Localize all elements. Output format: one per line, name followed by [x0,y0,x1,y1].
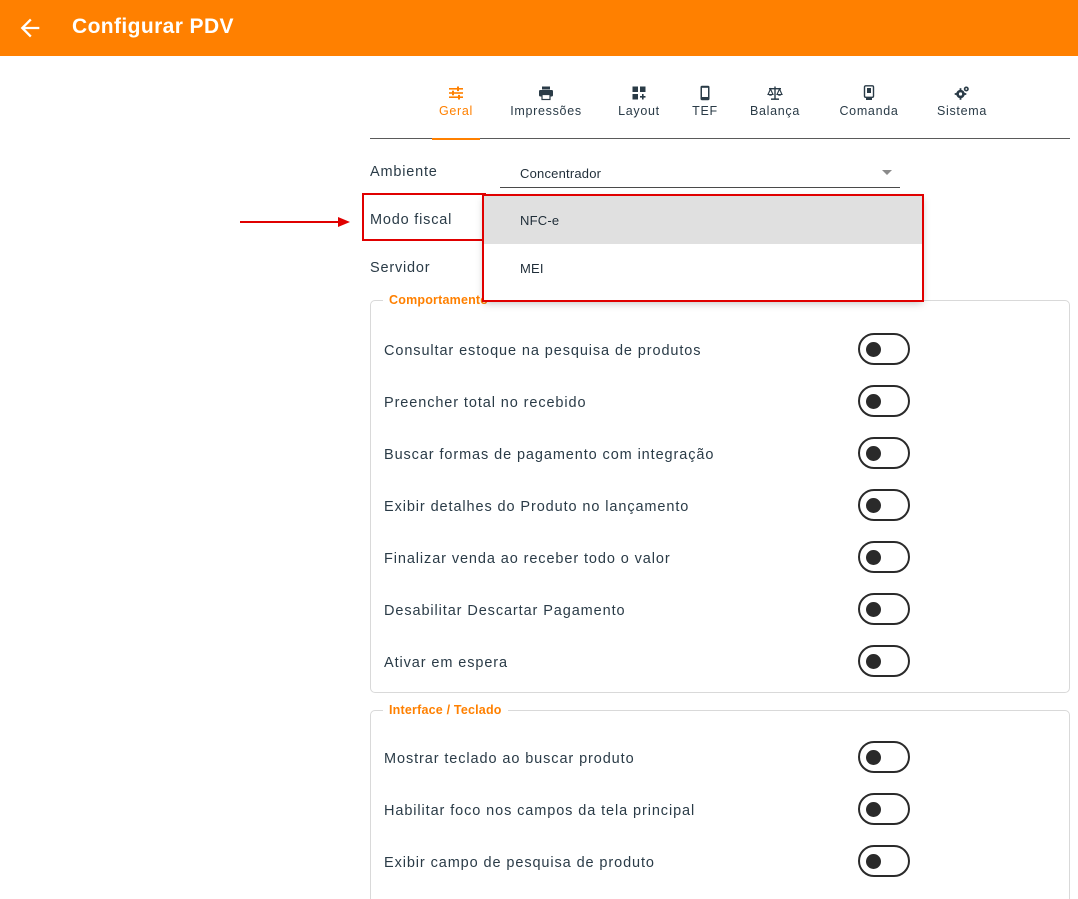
toggle-knob [866,602,881,617]
tab-label: Geral [438,104,474,118]
section-title: Interface / Teclado [383,703,508,717]
setting-toggle[interactable] [858,489,910,521]
servidor-label: Servidor [370,260,431,276]
setting-row: Exibir campo de pesquisa de produto [384,843,1054,883]
section-interface-teclado: Interface / Teclado Mostrar teclado ao b… [370,703,1070,899]
option-label: MEI [520,261,544,276]
section-title: Comportamento [383,293,495,307]
ambiente-select[interactable]: Concentrador [500,158,900,188]
tab-tef[interactable]: TEF [689,80,721,139]
ambiente-value: Concentrador [520,166,602,181]
setting-row: Consultar estoque na pesquisa de produto… [384,331,1054,371]
tune-sliders-icon [449,86,463,100]
setting-row: Habilitar foco nos campos da tela princi… [384,791,1054,831]
setting-toggle[interactable] [858,541,910,573]
setting-label: Buscar formas de pagamento com integraçã… [384,447,715,463]
setting-row: Preencher total no recebido [384,383,1054,423]
tab-balanca[interactable]: Balança [743,80,807,139]
toggle-knob [866,854,881,869]
toggle-knob [866,802,881,817]
setting-toggle[interactable] [858,741,910,773]
toggle-knob [866,654,881,669]
back-button[interactable] [16,14,44,42]
setting-label: Desabilitar Descartar Pagamento [384,603,626,619]
toggle-knob [866,342,881,357]
toggle-knob [866,750,881,765]
tablet-touch-icon [863,85,875,100]
annotation-highlight-box [362,193,486,241]
active-tab-indicator [432,138,480,140]
tab-geral[interactable]: Geral [432,80,480,140]
setting-label: Preencher total no recebido [384,395,587,411]
option-label: NFC-e [520,213,560,228]
toggle-knob [866,550,881,565]
setting-row: Mostrar teclado ao buscar produto [384,739,1054,779]
dropdown-option-mei[interactable]: MEI [484,244,922,292]
setting-label: Exibir campo de pesquisa de produto [384,855,655,871]
setting-toggle[interactable] [858,645,910,677]
toggle-knob [866,446,881,461]
toggle-knob [866,498,881,513]
toggle-knob [866,394,881,409]
app-bar: Configurar PDV [0,0,1078,56]
arrow-left-icon [20,18,40,38]
setting-toggle[interactable] [858,793,910,825]
setting-label: Consultar estoque na pesquisa de produto… [384,343,702,359]
setting-row: Ativar em espera [384,643,1054,683]
setting-label: Habilitar foco nos campos da tela princi… [384,803,696,819]
tab-label: Layout [618,104,660,118]
chevron-down-icon [882,170,892,175]
printer-icon [539,86,553,101]
setting-toggle[interactable] [858,845,910,877]
tab-label: Sistema [936,104,988,118]
scale-icon [767,86,783,100]
setting-label: Exibir detalhes do Produto no lançamento [384,499,690,515]
setting-label: Ativar em espera [384,655,508,671]
setting-row: Exibir detalhes do Produto no lançamento [384,487,1054,527]
setting-row: Desabilitar Descartar Pagamento [384,591,1054,631]
tab-label: Balança [749,104,801,118]
setting-toggle[interactable] [858,333,910,365]
tab-layout[interactable]: Layout [613,80,665,139]
setting-label: Finalizar venda ao receber todo o valor [384,551,671,567]
tab-label: Comanda [839,104,899,118]
setting-toggle[interactable] [858,385,910,417]
grid-add-icon [632,86,646,100]
tab-comanda[interactable]: Comanda [832,80,906,139]
setting-toggle[interactable] [858,437,910,469]
tab-label: TEF [692,104,718,118]
tab-bar: Geral Impressões Layout TEF Balança Coma… [370,80,1070,140]
tab-impressoes[interactable]: Impressões [503,80,589,139]
setting-toggle[interactable] [858,593,910,625]
setting-row: Finalizar venda ao receber todo o valor [384,539,1054,579]
dropdown-option-nfce[interactable]: NFC-e [484,196,922,244]
mobile-phone-icon [700,85,710,101]
annotation-arrow-icon [240,217,350,227]
ambiente-label: Ambiente [370,164,438,180]
gears-icon [954,86,969,100]
section-comportamento: Comportamento Consultar estoque na pesqu… [370,293,1070,693]
tab-label: Impressões [510,104,582,118]
setting-row: Buscar formas de pagamento com integraçã… [384,435,1054,475]
page-title: Configurar PDV [72,15,234,38]
modo-fiscal-dropdown-menu: NFC-e MEI [484,196,922,300]
setting-label: Mostrar teclado ao buscar produto [384,751,635,767]
tab-sistema[interactable]: Sistema [931,80,993,139]
